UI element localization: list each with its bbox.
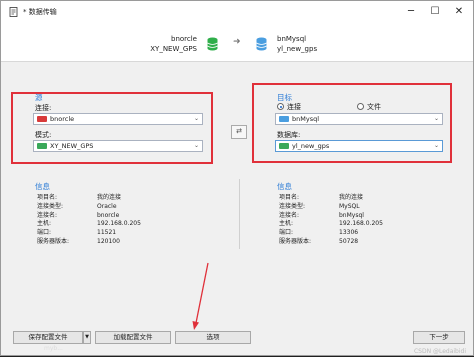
options-button[interactable]: 选项 [175, 331, 251, 344]
annotation-arrow [192, 262, 209, 330]
load-profile-button[interactable]: 加载配置文件 [95, 331, 171, 344]
taskbar-fragment: myb... [44, 345, 63, 352]
next-button[interactable]: 下一步 [413, 331, 465, 344]
watermark: CSDN @Ledaibidi [413, 348, 466, 355]
save-profile-button[interactable]: 保存配置文件 [13, 331, 83, 344]
data-transfer-window: * 数据传输 ─ ☐ ✕ bnorcle XY_NEW_GPS ➜ bnMysq… [0, 0, 474, 356]
save-profile-dropdown-button[interactable]: ▼ [83, 331, 91, 344]
